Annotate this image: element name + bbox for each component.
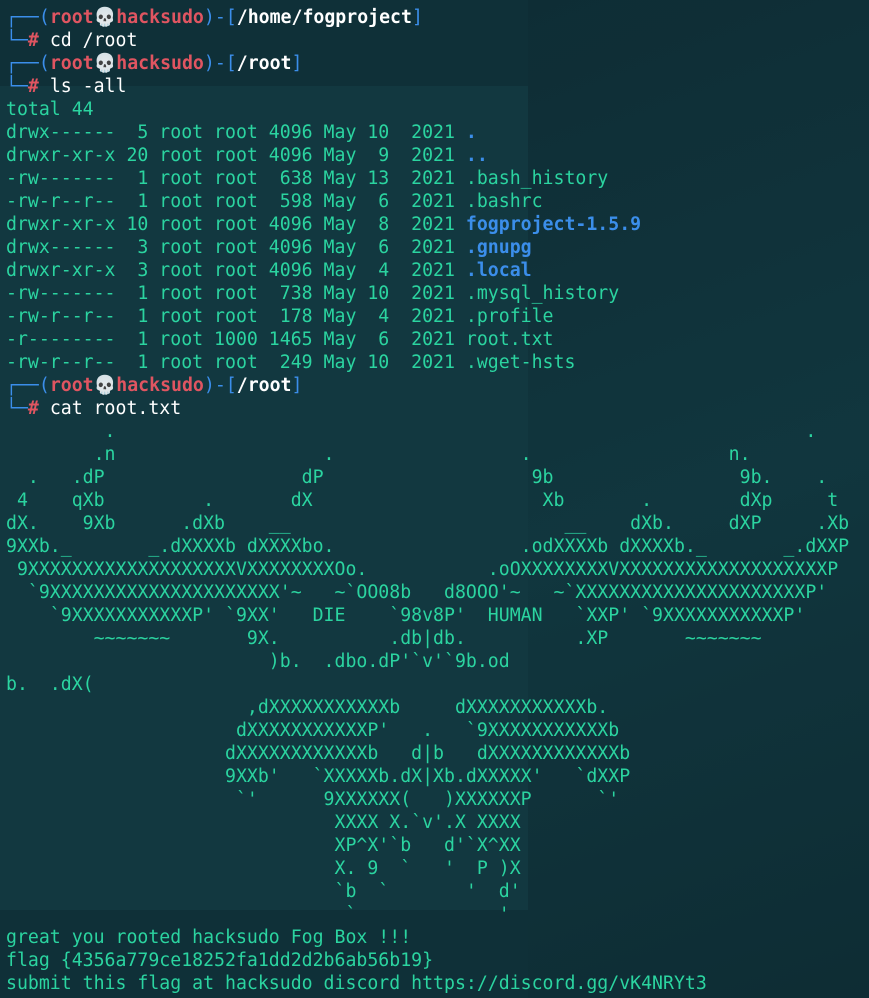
file-meta: -rw-r--r-- 1 root root 178 May 4 2021 bbox=[6, 306, 466, 327]
ascii-art-line: ` ' bbox=[6, 904, 510, 925]
ascii-art-line: dX. 9Xb .dXb __ __ dXb. dXP .Xb bbox=[6, 513, 850, 534]
prompt-path: /root bbox=[236, 53, 292, 74]
ascii-art-line: ~~~~~~~ 9X. .db|db. .XP ~~~~~~~ bbox=[6, 628, 762, 649]
prompt-user: root bbox=[49, 53, 94, 74]
file-name: .local bbox=[465, 260, 532, 281]
prompt-host: hacksudo bbox=[116, 53, 204, 74]
command-text: cat root.txt bbox=[49, 398, 182, 419]
command-text: cd /root bbox=[49, 30, 138, 51]
ascii-art-line: . . bbox=[6, 421, 817, 442]
ascii-art-line: `9XXXXXXXXXXXXXXXXXXXXX'~ ~`OO08b d8OOO'… bbox=[6, 582, 828, 603]
file-meta: drwx------ 3 root root 4096 May 6 2021 bbox=[6, 237, 466, 258]
ascii-art-line: 9XXb' `XXXXXb.dX|Xb.dXXXXX' `dXXP bbox=[6, 766, 631, 787]
file-meta: -rw------- 1 root root 638 May 13 2021 bbox=[6, 168, 466, 189]
ascii-art-line: `9XXXXXXXXXXXP' `9XX' DIE `98v8P' HUMAN … bbox=[6, 605, 806, 626]
file-name: .bashrc bbox=[465, 191, 543, 212]
file-meta: -rw-r--r-- 1 root root 598 May 6 2021 bbox=[6, 191, 466, 212]
discord-link[interactable]: submit this flag at hacksudo discord htt… bbox=[6, 972, 869, 995]
prompt-path: /root bbox=[236, 375, 292, 396]
prompt-host: hacksudo bbox=[116, 7, 204, 28]
ls-row: -rw------- 1 root root 738 May 10 2021 .… bbox=[6, 282, 869, 305]
ascii-art-line: )b. .dbo.dP'`v'`9b.od bbox=[6, 651, 510, 672]
ascii-art-line: b. .dX( bbox=[6, 674, 94, 695]
ls-listing: drwx------ 5 root root 4096 May 10 2021 … bbox=[6, 121, 869, 374]
file-meta: -r-------- 1 root 1000 1465 May 6 2021 bbox=[6, 329, 466, 350]
ls-row: drwxr-xr-x 20 root root 4096 May 9 2021 … bbox=[6, 144, 869, 167]
ls-row: drwx------ 3 root root 4096 May 6 2021 .… bbox=[6, 236, 869, 259]
terminal-output[interactable]: ┌──(root💀hacksudo)-[/home/fogproject] └─… bbox=[6, 6, 869, 995]
ascii-art: . . .n . . n. . .dP dP 9b 9b. . 4 qXb . … bbox=[6, 420, 869, 926]
file-name: . bbox=[465, 122, 477, 143]
prompt-frame: ┌──( bbox=[6, 7, 50, 28]
ascii-art-line: 9XXb._ _.dXXXXb dXXXXbo. .odXXXXb dXXXXb… bbox=[6, 536, 850, 557]
file-meta: -rw------- 1 root root 738 May 10 2021 bbox=[6, 283, 466, 304]
file-name: .mysql_history bbox=[465, 283, 620, 304]
ls-row: drwxr-xr-x 10 root root 4096 May 8 2021 … bbox=[6, 213, 869, 236]
congrats-message: great you rooted hacksudo Fog Box !!! bbox=[6, 927, 412, 948]
ascii-art-line: `b ` ' d' bbox=[6, 881, 521, 902]
file-name: root.txt bbox=[465, 329, 554, 350]
ascii-art-line: XXXX X.`v'.X XXXX bbox=[6, 812, 521, 833]
prompt-hash: # bbox=[27, 30, 50, 51]
ls-row: drwx------ 5 root root 4096 May 10 2021 … bbox=[6, 121, 869, 144]
file-name: .wget-hsts bbox=[465, 352, 576, 373]
ascii-art-line: `' 9XXXXXX( )XXXXXXP `' bbox=[6, 789, 620, 810]
ls-row: -r-------- 1 root 1000 1465 May 6 2021 r… bbox=[6, 328, 869, 351]
prompt-user: root bbox=[49, 7, 94, 28]
ascii-art-line: 9XXXXXXXXXXXXXXXXXXXVXXXXXXXXOo. .oOXXXX… bbox=[6, 559, 839, 580]
ascii-art-line: dXXXXXXXXXXXXb d|b dXXXXXXXXXXXXb bbox=[6, 743, 631, 764]
ls-row: -rw------- 1 root root 638 May 13 2021 .… bbox=[6, 167, 869, 190]
ascii-art-line: XP^X'`b d'`X^XX bbox=[6, 835, 521, 856]
file-meta: -rw-r--r-- 1 root root 249 May 10 2021 bbox=[6, 352, 466, 373]
file-name: .bash_history bbox=[465, 168, 609, 189]
file-name: .. bbox=[465, 145, 488, 166]
prompt-path: /home/fogproject bbox=[236, 7, 412, 28]
command-line: └─# cd /root bbox=[6, 30, 138, 51]
skull-icon: 💀 bbox=[93, 7, 117, 28]
flag-text: flag {4356a779ce18252fa1dd2d2b6ab56b19} bbox=[6, 950, 434, 971]
prompt-line: ┌──(root💀hacksudo)-[/home/fogproject] bbox=[6, 7, 423, 28]
ascii-art-line: dXXXXXXXXXXXP' . `9XXXXXXXXXXXb bbox=[6, 720, 620, 741]
skull-icon: 💀 bbox=[93, 375, 117, 396]
file-meta: drwx------ 5 root root 4096 May 10 2021 bbox=[6, 122, 466, 143]
file-name: .gnupg bbox=[465, 237, 532, 258]
ascii-art-line: ,dXXXXXXXXXXXb dXXXXXXXXXXXb. bbox=[6, 697, 609, 718]
prompt-line: ┌──(root💀hacksudo)-[/root] bbox=[6, 375, 303, 396]
ascii-art-line: .n . . n. bbox=[6, 444, 751, 465]
ascii-art-line: X. 9 ` ' P )X bbox=[6, 858, 521, 879]
file-name: fogproject-1.5.9 bbox=[465, 214, 642, 235]
ls-row: -rw-r--r-- 1 root root 598 May 6 2021 .b… bbox=[6, 190, 869, 213]
prompt-hash: # bbox=[27, 398, 50, 419]
ls-row: -rw-r--r-- 1 root root 249 May 10 2021 .… bbox=[6, 351, 869, 374]
command-text: ls -all bbox=[49, 76, 127, 97]
prompt-line: ┌──(root💀hacksudo)-[/root] bbox=[6, 53, 303, 74]
file-name: .profile bbox=[465, 306, 554, 327]
ls-row: drwxr-xr-x 3 root root 4096 May 4 2021 .… bbox=[6, 259, 869, 282]
file-meta: drwxr-xr-x 20 root root 4096 May 9 2021 bbox=[6, 145, 466, 166]
ascii-art-line: . .dP dP 9b 9b. . bbox=[6, 467, 828, 488]
prompt-user: root bbox=[49, 375, 94, 396]
ascii-art-line: 4 qXb . dX Xb . dXp t bbox=[6, 490, 839, 511]
file-meta: drwxr-xr-x 3 root root 4096 May 4 2021 bbox=[6, 260, 466, 281]
prompt-host: hacksudo bbox=[116, 375, 204, 396]
skull-icon: 💀 bbox=[93, 53, 117, 74]
command-line: └─# cat root.txt bbox=[6, 398, 182, 419]
ls-total: total 44 bbox=[6, 99, 94, 120]
prompt-hash: # bbox=[27, 76, 50, 97]
command-line: └─# ls -all bbox=[6, 76, 127, 97]
file-meta: drwxr-xr-x 10 root root 4096 May 8 2021 bbox=[6, 214, 466, 235]
ls-row: -rw-r--r-- 1 root root 178 May 4 2021 .p… bbox=[6, 305, 869, 328]
